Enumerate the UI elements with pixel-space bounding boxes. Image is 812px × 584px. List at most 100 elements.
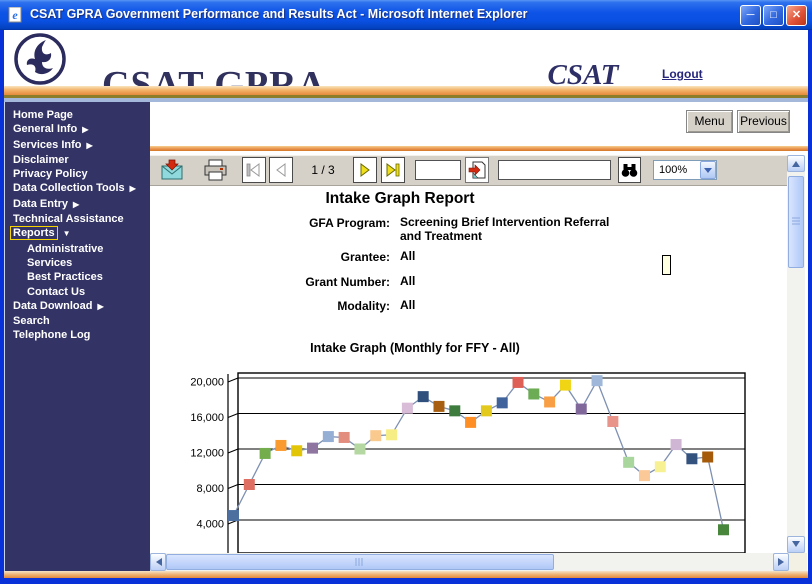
chart-frame [238,373,745,553]
first-page-button[interactable] [242,157,266,183]
field-value: All [400,299,618,313]
logout-link[interactable]: Logout [662,67,703,81]
sidebar-item-label: Reports [10,226,58,240]
chevron-right-icon: ▶ [97,302,103,311]
orange-separator [150,146,808,151]
chart-marker [639,470,650,481]
previous-button[interactable]: Previous [737,110,790,133]
search-button[interactable] [618,157,641,183]
sidebar-item-data-download[interactable]: Data Download▶ [5,299,150,314]
sidebar-item-search[interactable]: Search [5,314,150,328]
chart-marker [655,461,666,472]
last-page-icon [385,162,401,178]
horizontal-scrollbar[interactable] [150,553,789,571]
internet-explorer-icon: e [8,7,24,23]
menu-button[interactable]: Menu [686,110,733,133]
window-border-right [808,30,812,578]
window-titlebar: e CSAT GPRA Government Performance and R… [0,0,812,30]
search-input[interactable] [498,160,611,180]
next-page-icon [357,162,373,178]
report-title: Intake Graph Report [150,190,650,208]
chart-marker [686,453,697,464]
sidebar-item-administrative[interactable]: Administrative [5,242,150,256]
sidebar-item-disclaimer[interactable]: Disclaimer [5,153,150,167]
next-page-button[interactable] [353,157,377,183]
zoom-select[interactable]: 100% [653,160,717,180]
chart-line [234,381,724,530]
scroll-up-button[interactable] [787,155,805,172]
chart-marker [607,416,618,427]
chart-marker [592,375,603,386]
scroll-down-button[interactable] [787,536,805,553]
sidebar-item-data-entry[interactable]: Data Entry▶ [5,197,150,212]
report-viewer-toolbar: 1 / 3 [150,155,787,186]
field-label: Grant Number: [150,275,390,289]
chart-marker [386,429,397,440]
close-button[interactable]: ✕ [786,5,807,26]
chart-marker [560,380,571,391]
gold-band-top [4,86,808,95]
chevron-right-icon: ▶ [73,200,79,209]
sidebar-item-telephone-log[interactable]: Telephone Log [5,328,150,342]
scroll-right-button[interactable] [773,553,789,571]
sidebar-item-label: Administrative [27,243,103,255]
field-label: Modality: [150,299,390,313]
previous-page-button[interactable] [269,157,293,183]
sidebar-item-data-collection-tools[interactable]: Data Collection Tools▶ [5,181,150,196]
goto-page-input[interactable] [415,160,461,180]
first-page-icon [246,162,262,178]
maximize-button[interactable]: □ [763,5,784,26]
sidebar-item-general-info[interactable]: General Info ▶ [5,122,150,137]
page-indicator: 1 / 3 [293,163,353,177]
chart-marker [433,401,444,412]
chart-axis-tick [228,414,238,418]
sidebar-item-privacy-policy[interactable]: Privacy Policy [5,167,150,181]
sidebar-item-services[interactable]: Services [5,256,150,270]
sidebar-item-contact-us[interactable]: Contact Us [5,285,150,299]
chart-marker [718,524,729,535]
chart-marker [307,443,318,454]
sidebar-item-label: Services [27,257,72,269]
last-page-button[interactable] [381,157,405,183]
chart-axis-tick [228,449,238,453]
sidebar-item-best-practices[interactable]: Best Practices [5,270,150,284]
chart-marker [339,432,350,443]
field-label: GFA Program: [150,216,390,230]
minimize-button[interactable]: ─ [740,5,761,26]
csat-logo-acronym: CSAT [540,62,626,88]
sidebar-item-label: Home Page [13,109,73,121]
horizontal-scroll-thumb[interactable] [166,554,554,570]
field-value: Screening Brief Intervention Referral an… [400,216,618,243]
sidebar-item-label: General Info [13,123,77,135]
goto-page-icon [468,161,486,179]
sidebar-item-services-info[interactable]: Services Info▶ [5,138,150,153]
chart-marker [671,439,682,450]
sidebar-item-label: Privacy Policy [13,168,88,180]
vertical-scrollbar[interactable] [787,155,805,553]
print-icon[interactable] [203,159,228,181]
chart-marker [370,430,381,441]
vertical-scroll-thumb[interactable] [788,176,804,268]
sidebar-item-technical-assistance[interactable]: Technical Assistance [5,212,150,226]
chart-marker [275,440,286,451]
chart-marker [260,448,271,459]
chart-marker [354,444,365,455]
sidebar-item-home-page[interactable]: Home Page [5,108,150,122]
chart-ytick-label: 4,000 [196,519,224,531]
field-value: All [400,275,618,289]
sidebar-item-reports[interactable]: Reports▼ [5,226,150,241]
intake-graph-chart: 20,00016,00012,0008,0004,000 [150,338,787,570]
scroll-left-button[interactable] [150,553,166,571]
scrollbar-corner [789,553,807,571]
zoom-dropdown-icon[interactable] [700,161,716,179]
sidebar-item-label: Best Practices [27,271,103,283]
sidebar-item-label: Search [13,315,50,327]
gold-band-bottom [4,571,808,578]
chevron-right-icon: ▶ [82,125,88,134]
chart-axis-tick [228,378,238,382]
goto-page-button[interactable] [465,157,489,183]
sidebar-item-label: Contact Us [27,286,85,298]
field-label: Grantee: [150,250,390,264]
chart-axis-tick [228,485,238,489]
export-icon[interactable] [160,159,184,181]
